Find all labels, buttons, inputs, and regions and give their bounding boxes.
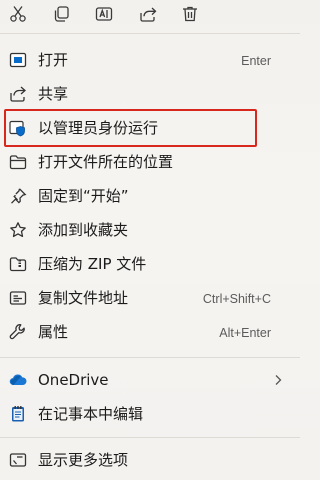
divider [0, 357, 300, 358]
menu-item-open[interactable]: 打开 Enter [2, 43, 298, 77]
menu-item-label: 在记事本中编辑 [38, 405, 144, 423]
menu-item-label: 添加到收藏夹 [38, 221, 129, 239]
menu-item-more-options[interactable]: 显示更多选项 [2, 443, 298, 477]
rename-button[interactable] [92, 2, 116, 26]
divider [0, 437, 300, 438]
share-button[interactable] [136, 2, 160, 26]
folder-icon [9, 153, 27, 171]
shortcut-hint: Enter [241, 54, 271, 68]
share-icon [140, 7, 157, 22]
copy-button[interactable] [49, 2, 73, 26]
zip-icon [9, 255, 27, 273]
menu-item-pin-start[interactable]: 固定到“开始” [2, 179, 298, 213]
menu-item-label: 压缩为 ZIP 文件 [38, 255, 147, 273]
menu-item-edit-notepad[interactable]: 在记事本中编辑 [2, 397, 298, 431]
menu-item-label: OneDrive [38, 371, 109, 389]
notepad-icon [9, 405, 27, 423]
cloud-icon [9, 371, 27, 389]
menu-item-label: 属性 [38, 323, 69, 341]
menu-item-label: 复制文件地址 [38, 289, 129, 307]
menu-item-onedrive[interactable]: OneDrive [2, 363, 298, 397]
star-icon [9, 221, 27, 239]
pin-icon [9, 187, 27, 205]
shield-icon [9, 119, 27, 137]
menu-item-compress-zip[interactable]: 压缩为 ZIP 文件 [2, 247, 298, 281]
copy-path-icon [9, 289, 27, 307]
rename-icon [95, 7, 113, 21]
menu-item-label: 共享 [38, 85, 69, 103]
menu-item-run-as-admin[interactable]: 以管理员身份运行 [2, 111, 298, 145]
menu-item-open-location[interactable]: 打开文件所在的位置 [2, 145, 298, 179]
shortcut-hint: Alt+Enter [219, 326, 271, 340]
menu-item-copy-path[interactable]: 复制文件地址 Ctrl+Shift+C [2, 281, 298, 315]
menu-item-add-favorites[interactable]: 添加到收藏夹 [2, 213, 298, 247]
menu-item-label: 打开文件所在的位置 [38, 153, 174, 171]
menu-item-label: 以管理员身份运行 [38, 119, 159, 137]
chevron-right-icon [275, 375, 282, 385]
menu-item-label: 打开 [38, 51, 69, 69]
delete-button[interactable] [178, 2, 202, 26]
delete-icon [183, 6, 197, 22]
shortcut-hint: Ctrl+Shift+C [202, 292, 271, 306]
share-icon [9, 85, 27, 103]
divider [0, 33, 300, 34]
context-toolbar [0, 0, 300, 30]
menu-item-properties[interactable]: 属性 Alt+Enter [2, 315, 298, 349]
wrench-icon [9, 323, 27, 341]
copy-icon [54, 6, 69, 22]
menu-item-label: 固定到“开始” [38, 187, 129, 205]
more-options-icon [9, 451, 27, 469]
cut-button[interactable] [6, 2, 30, 26]
menu-item-label: 显示更多选项 [38, 451, 129, 469]
app-window-icon [9, 51, 27, 69]
menu-item-share[interactable]: 共享 [2, 77, 298, 111]
cut-icon [10, 6, 26, 22]
